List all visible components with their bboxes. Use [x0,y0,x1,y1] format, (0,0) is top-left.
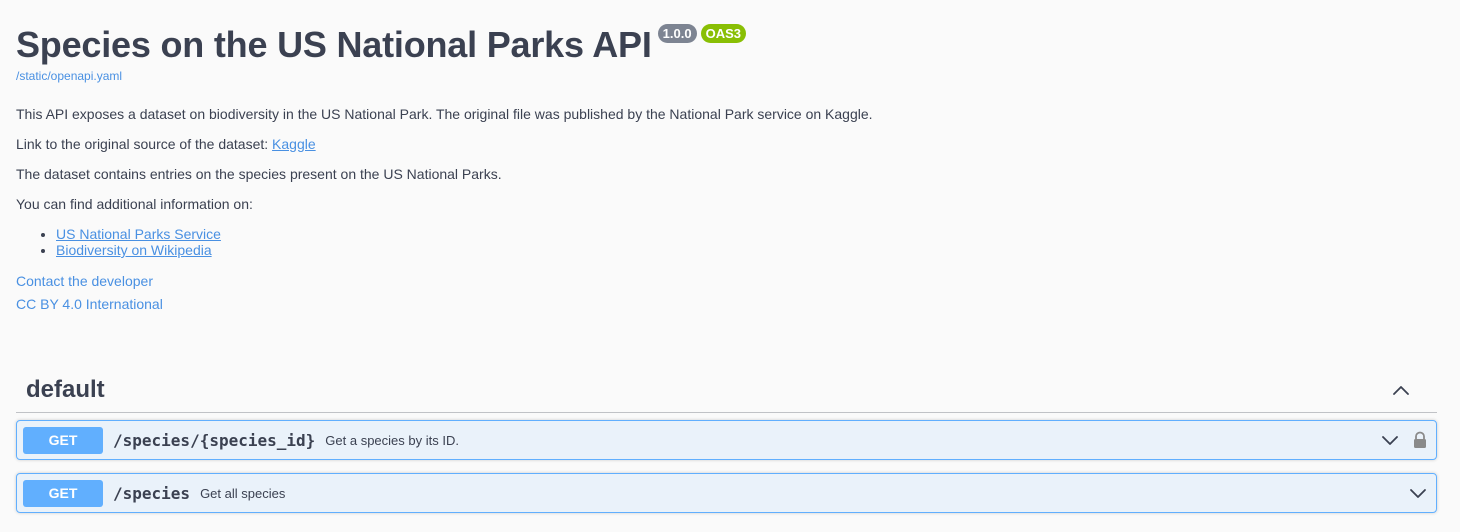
list-item: US National Parks Service [56,226,1436,242]
contact-developer-link[interactable]: Contact the developer [16,272,1436,290]
operation-path: /species/{species_id} [113,430,316,450]
description-paragraph: This API exposes a dataset on biodiversi… [16,106,873,122]
operation-controls [1380,421,1428,459]
operation-get-all-species[interactable]: GET /species Get all species [16,473,1437,513]
tag-name: default [26,376,105,403]
operation-get-species-by-id[interactable]: GET /species/{species_id} Get a species … [16,420,1437,460]
operation-controls [1408,474,1428,512]
source-prefix: Link to the original source of the datas… [16,136,273,152]
chevron-up-icon[interactable] [1391,380,1411,400]
operation-path: /species [113,483,191,503]
wikipedia-link[interactable]: Biodiversity on Wikipedia [56,242,212,258]
api-title: Species on the US National Parks API [16,24,652,65]
kaggle-link[interactable]: Kaggle [272,136,316,152]
tag-section-default: default GET /species/{species_id} Get a … [16,368,1437,513]
operation-summary: Get all species [200,485,286,501]
chevron-down-icon[interactable] [1380,430,1400,450]
version-badge: 1.0.0 [657,24,697,43]
method-badge: GET [23,479,103,507]
method-badge: GET [23,426,103,454]
info-links-list: US National Parks Service Biodiversity o… [16,226,1436,258]
api-description: This API exposes a dataset on biodiversi… [16,105,1436,258]
title-row: Species on the US National Parks API 1.0… [16,0,1436,68]
oas-badge: OAS3 [700,24,746,43]
nps-link[interactable]: US National Parks Service [56,226,221,242]
lock-icon[interactable] [1412,431,1428,449]
description-paragraph: The dataset contains entries on the spec… [16,166,502,182]
description-source-paragraph: Link to the original source of the datas… [16,135,1436,153]
spec-url-link[interactable]: /static/openapi.yaml [16,68,1436,84]
license-link[interactable]: CC BY 4.0 International [16,295,1436,313]
operation-summary: Get a species by its ID. [325,432,459,448]
api-info: Species on the US National Parks API 1.0… [0,0,1460,313]
list-item: Biodiversity on Wikipedia [56,242,1436,258]
chevron-down-icon[interactable] [1408,483,1428,503]
tag-header[interactable]: default [16,368,1437,413]
description-paragraph: You can find additional information on: [16,196,253,212]
